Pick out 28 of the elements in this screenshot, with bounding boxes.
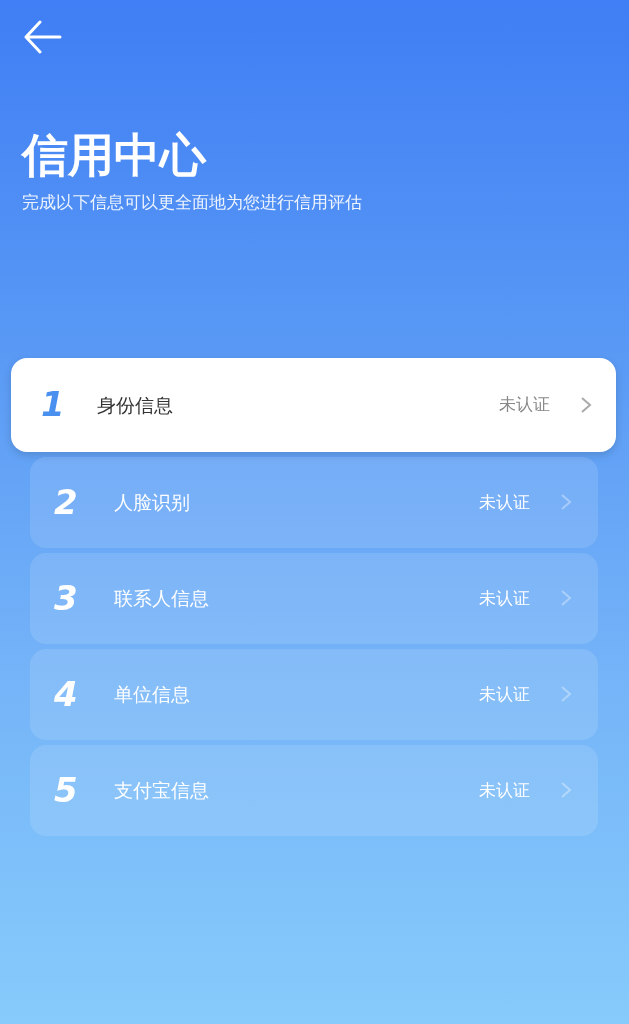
status-text: 未认证 (479, 586, 530, 610)
verification-step[interactable]: 2 人脸识别 未认证 (30, 456, 598, 548)
step-number: 3 (54, 576, 79, 620)
status-text: 未认证 (479, 490, 530, 514)
chevron-right-icon (560, 589, 572, 608)
back-button[interactable] (24, 20, 62, 54)
step-number: 4 (54, 672, 79, 716)
verification-step[interactable]: 3 联系人信息 未认证 (30, 552, 598, 644)
step-label: 身份信息 (97, 392, 174, 418)
page-subtitle: 完成以下信息可以更全面地为您进行信用评估 (22, 192, 363, 215)
step-label: 人脸识别 (114, 490, 191, 516)
step-number: 2 (54, 480, 79, 524)
step-number: 5 (54, 768, 79, 812)
verification-step[interactable]: 1 身份信息 未认证 (11, 357, 616, 452)
status-text: 未认证 (479, 682, 530, 706)
chevron-right-icon (560, 685, 572, 704)
step-label: 支付宝信息 (114, 778, 210, 804)
status-text: 未认证 (499, 393, 550, 417)
verification-step[interactable]: 5 支付宝信息 未认证 (30, 744, 598, 836)
chevron-right-icon (580, 395, 592, 414)
chevron-right-icon (560, 493, 572, 512)
step-label: 单位信息 (114, 682, 191, 708)
step-label: 联系人信息 (114, 586, 210, 612)
status-text: 未认证 (479, 778, 530, 802)
step-number: 1 (41, 383, 66, 427)
chevron-right-icon (560, 781, 572, 800)
page-title: 信用中心 (22, 128, 208, 184)
verification-step[interactable]: 4 单位信息 未认证 (30, 648, 598, 740)
